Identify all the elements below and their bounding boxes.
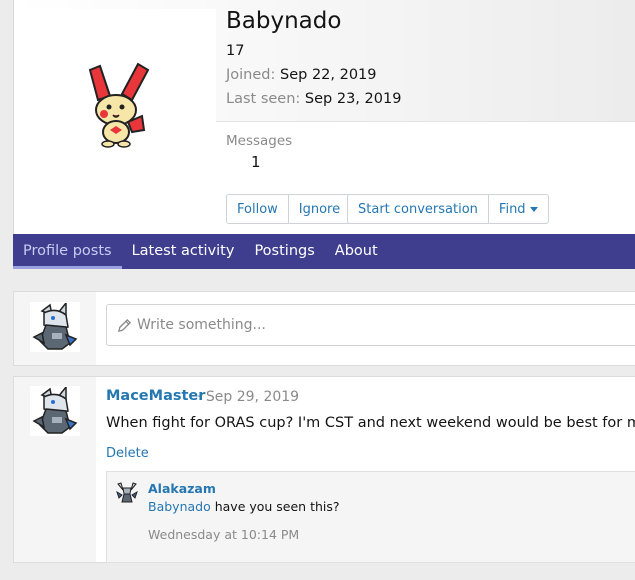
pencil-icon bbox=[117, 318, 132, 332]
tab-postings[interactable]: Postings bbox=[244, 234, 324, 269]
last-seen-value: Sep 23, 2019 bbox=[304, 91, 402, 107]
post-meta: · Sep 29, 2019 bbox=[197, 389, 299, 405]
post-date-link[interactable]: Sep 29, 2019 bbox=[206, 389, 299, 405]
find-button-label: Find bbox=[498, 201, 526, 217]
tab-latest-activity[interactable]: Latest activity bbox=[122, 234, 245, 269]
comment-text: have you seen this? bbox=[210, 499, 340, 514]
joined-label: Joined: bbox=[226, 67, 276, 83]
profile-username: Babynado bbox=[226, 8, 342, 34]
profile-last-seen: Last seen: Sep 23, 2019 bbox=[226, 91, 401, 107]
conversation-find-group: Start conversation Find bbox=[347, 194, 549, 224]
messages-value[interactable]: 1 bbox=[251, 153, 261, 171]
write-something-input[interactable]: Write something... bbox=[106, 304, 635, 346]
ignore-button[interactable]: Ignore bbox=[289, 195, 350, 223]
profile-header: Babynado 17 Joined: Sep 22, 2019 Last se… bbox=[13, 0, 635, 269]
profile-joined: Joined: Sep 22, 2019 bbox=[226, 67, 377, 83]
caret-down-icon bbox=[529, 206, 538, 212]
post-body: When fight for ORAS cup? I'm CST and nex… bbox=[106, 415, 635, 431]
aggron-sprite-icon bbox=[32, 387, 78, 434]
profile-post: MaceMaster · Sep 29, 2019 When fight for… bbox=[13, 376, 635, 563]
user-mention-link[interactable]: Babynado bbox=[148, 499, 211, 514]
start-conversation-button[interactable]: Start conversation bbox=[348, 195, 489, 223]
comment-author-link[interactable]: Alakazam bbox=[148, 481, 216, 496]
stats-divider bbox=[216, 121, 635, 122]
comment-timestamp[interactable]: Wednesday at 10:14 PM bbox=[148, 527, 299, 542]
comment-author-avatar[interactable] bbox=[115, 480, 139, 504]
follow-ignore-group: Follow Ignore bbox=[226, 194, 352, 224]
post-author-link[interactable]: MaceMaster bbox=[106, 388, 205, 404]
meta-separator: · bbox=[197, 389, 202, 405]
messages-label: Messages bbox=[226, 133, 293, 149]
comment-body: Babynado have you seen this? bbox=[148, 499, 340, 514]
profile-tabs: Profile posts Latest activity Postings A… bbox=[13, 234, 635, 269]
delete-post-link[interactable]: Delete bbox=[106, 446, 149, 461]
plusle-sprite-icon bbox=[88, 62, 150, 148]
aggron-sprite-icon bbox=[32, 303, 78, 350]
post-author-avatar[interactable] bbox=[30, 386, 80, 436]
composer-avatar[interactable] bbox=[30, 302, 80, 352]
follow-button[interactable]: Follow bbox=[227, 195, 289, 223]
joined-value: Sep 22, 2019 bbox=[280, 67, 377, 83]
profile-avatar[interactable] bbox=[24, 9, 216, 201]
write-something-placeholder: Write something... bbox=[137, 317, 266, 333]
post-composer: Write something... bbox=[13, 291, 635, 366]
tab-about[interactable]: About bbox=[325, 234, 388, 269]
profile-message-count: 17 bbox=[226, 43, 245, 59]
tab-profile-posts[interactable]: Profile posts bbox=[13, 234, 122, 269]
last-seen-label: Last seen: bbox=[226, 91, 301, 107]
alakazam-sprite-icon bbox=[116, 482, 138, 503]
find-menu-button[interactable]: Find bbox=[489, 195, 548, 223]
post-comment: Alakazam Babynado have you seen this? We… bbox=[106, 471, 635, 563]
